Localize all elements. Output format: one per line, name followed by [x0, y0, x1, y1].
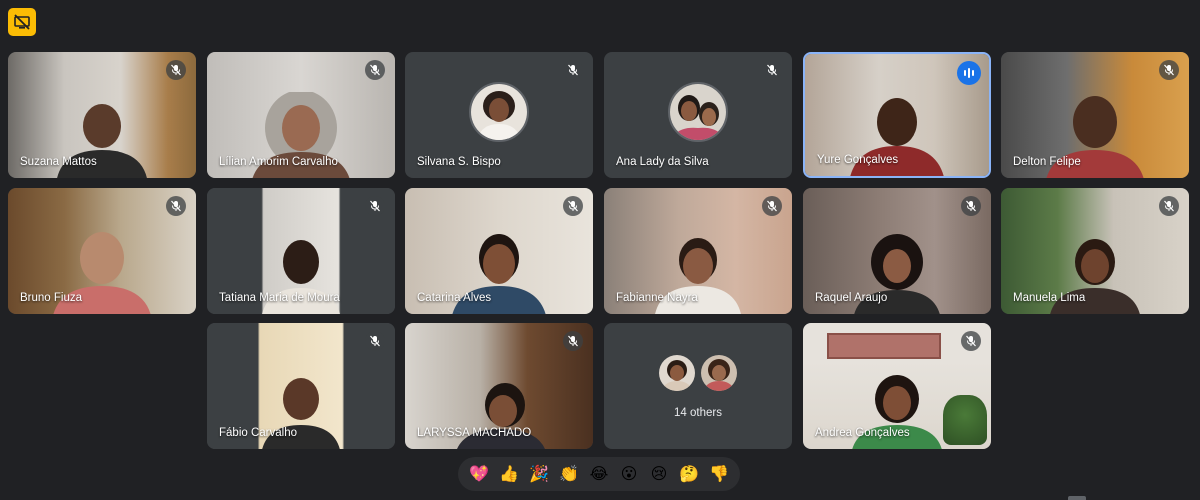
- mic-muted-icon: [365, 196, 385, 216]
- thumbs-down-reaction[interactable]: 👎: [706, 466, 732, 482]
- participant-avatar: [657, 353, 697, 393]
- participant-tile[interactable]: Silvana S. Bispo: [405, 52, 593, 178]
- others-tile[interactable]: 14 others: [604, 323, 792, 449]
- participant-tile[interactable]: Fábio Carvalho: [207, 323, 395, 449]
- participant-name: Raquel Araujo: [815, 292, 888, 304]
- participant-tile[interactable]: Andrea Gonçalves: [803, 323, 991, 449]
- speaking-indicator-icon: [957, 61, 981, 85]
- participant-name: Silvana S. Bispo: [417, 156, 501, 168]
- participant-tile[interactable]: Raquel Araujo: [803, 188, 991, 314]
- mic-muted-icon: [563, 196, 583, 216]
- participant-tile[interactable]: Tatiana Maria de Moura: [207, 188, 395, 314]
- reaction-bar: 💖 👍 🎉 👏 😂 😮 😢 🤔 👎: [458, 457, 740, 491]
- participant-name: Lílian Amorim Carvalho: [219, 156, 338, 168]
- participant-tile[interactable]: Fabianne Nayra: [604, 188, 792, 314]
- participant-name: Bruno Fiuza: [20, 292, 83, 304]
- participant-name: Yure Gonçalves: [817, 154, 899, 166]
- mic-muted-icon: [762, 196, 782, 216]
- mic-muted-icon: [1159, 196, 1179, 216]
- mic-muted-icon: [365, 331, 385, 351]
- participant-tile[interactable]: Ana Lady da Silva: [604, 52, 792, 178]
- thinking-reaction[interactable]: 🤔: [676, 466, 702, 482]
- participant-name: Fabianne Nayra: [616, 292, 698, 304]
- others-count: 14 others: [674, 407, 722, 419]
- clapping-reaction[interactable]: 👏: [556, 466, 582, 482]
- participant-name: Ana Lady da Silva: [616, 156, 709, 168]
- participant-name: Fábio Carvalho: [219, 427, 297, 439]
- party-popper-reaction[interactable]: 🎉: [526, 466, 552, 482]
- participant-tile[interactable]: Manuela Lima: [1001, 188, 1189, 314]
- others-avatars: [657, 353, 739, 393]
- participant-name: Suzana Mattos: [20, 156, 97, 168]
- participant-name: Catarina Alves: [417, 292, 492, 304]
- participant-tile[interactable]: Delton Felipe: [1001, 52, 1189, 178]
- participant-avatar: [469, 82, 529, 142]
- participant-tile[interactable]: Catarina Alves: [405, 188, 593, 314]
- sparkling-heart-reaction[interactable]: 💖: [466, 466, 492, 482]
- participant-name: Manuela Lima: [1013, 292, 1086, 304]
- plant: [943, 395, 987, 445]
- participant-grid: Suzana Mattos Lílian Amorim Carvalho Sil…: [0, 0, 1200, 460]
- surprised-reaction[interactable]: 😮: [616, 466, 642, 482]
- mic-muted-icon: [961, 196, 981, 216]
- mic-muted-icon: [166, 60, 186, 80]
- participant-tile[interactable]: LARYSSA MACHADO: [405, 323, 593, 449]
- participant-name: LARYSSA MACHADO: [417, 427, 532, 439]
- mic-muted-icon: [762, 60, 782, 80]
- participant-avatar: [668, 82, 728, 142]
- participant-name: Delton Felipe: [1013, 156, 1081, 168]
- participant-tile[interactable]: Suzana Mattos: [8, 52, 196, 178]
- participant-name: Tatiana Maria de Moura: [219, 292, 340, 304]
- mic-muted-icon: [563, 60, 583, 80]
- tears-of-joy-reaction[interactable]: 😂: [586, 466, 612, 482]
- participant-tile[interactable]: Bruno Fiuza: [8, 188, 196, 314]
- crying-reaction[interactable]: 😢: [646, 466, 672, 482]
- thumbs-up-reaction[interactable]: 👍: [496, 466, 522, 482]
- mic-muted-icon: [365, 60, 385, 80]
- mic-muted-icon: [563, 331, 583, 351]
- toolbar-handle[interactable]: [1068, 496, 1086, 500]
- mic-muted-icon: [961, 331, 981, 351]
- participant-name: Andrea Gonçalves: [815, 427, 910, 439]
- participant-tile[interactable]: Lílian Amorim Carvalho: [207, 52, 395, 178]
- wall-art: [827, 333, 941, 359]
- participant-tile[interactable]: Yure Gonçalves: [803, 52, 991, 178]
- participant-avatar: [699, 353, 739, 393]
- mic-muted-icon: [1159, 60, 1179, 80]
- mic-muted-icon: [166, 196, 186, 216]
